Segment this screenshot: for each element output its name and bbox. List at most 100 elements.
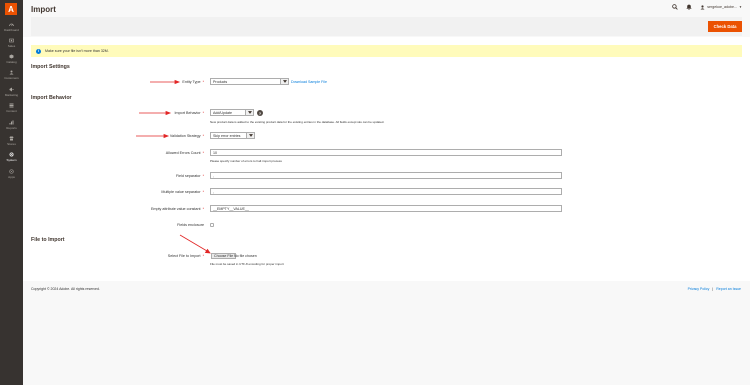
chevron-down-icon xyxy=(280,79,288,84)
required-mark: * xyxy=(202,190,204,194)
download-sample-link[interactable]: Download Sample File xyxy=(291,80,327,84)
page-actions-bar xyxy=(31,17,742,36)
nav-reports[interactable]: Reports xyxy=(0,120,23,130)
required-mark: * xyxy=(202,111,204,115)
page-title: Import xyxy=(31,5,56,14)
required-mark: * xyxy=(202,80,204,84)
header-actions: sergekoe_adobe... ▼ xyxy=(672,4,742,10)
label-text: Select File to Import xyxy=(167,254,201,258)
adobe-commerce-logo[interactable]: A xyxy=(5,3,17,15)
nav-apps[interactable]: Apps xyxy=(0,169,23,179)
info-icon: i xyxy=(36,48,41,54)
required-mark: * xyxy=(202,134,204,138)
logo-letter: A xyxy=(8,4,14,14)
people-icon xyxy=(9,70,14,75)
label-text: Import Behavior xyxy=(174,111,201,115)
help-icon[interactable]: ? xyxy=(257,110,263,116)
nav-stores[interactable]: Stores xyxy=(0,136,23,146)
select-value: Skip error entries xyxy=(213,133,241,138)
file-size-notice: i Make sure your file isn't more than 32… xyxy=(31,45,742,57)
bell-icon[interactable] xyxy=(686,4,692,10)
section-title-import-behavior: Import Behavior xyxy=(31,95,72,101)
nav-customers[interactable]: Customers xyxy=(0,70,23,80)
chevron-down-icon xyxy=(245,110,253,115)
required-mark: * xyxy=(202,207,204,211)
search-icon[interactable] xyxy=(672,4,678,10)
nav-sales[interactable]: Sales xyxy=(0,38,23,48)
allowed-errors-help: Please specify number of errors to halt … xyxy=(210,159,282,163)
nav-label: Catalog xyxy=(6,60,17,64)
entity-type-label: Entity Type * xyxy=(84,80,204,84)
gear-icon xyxy=(9,152,14,157)
entity-type-select[interactable]: Products xyxy=(210,78,289,85)
multiple-value-separator-input[interactable]: , xyxy=(210,188,562,195)
required-mark: * xyxy=(202,254,204,258)
import-behavior-label: Import Behavior * xyxy=(84,111,204,115)
nav-label: Marketing xyxy=(4,93,19,97)
footer-separator: | xyxy=(712,287,714,291)
validation-strategy-select[interactable]: Skip error entries xyxy=(210,132,255,139)
chevron-down-icon xyxy=(246,133,254,138)
label-text: Entity Type xyxy=(182,80,201,84)
label-text: Field separator xyxy=(175,174,201,178)
label-text: Validation Strategy xyxy=(169,134,201,138)
megaphone-icon xyxy=(9,87,14,92)
field-separator-label: Field separator * xyxy=(84,174,204,178)
dashboard-icon xyxy=(9,22,14,27)
footer-links: Privacy Policy | Report an Issue xyxy=(688,287,741,291)
nav-label: Stores xyxy=(7,142,16,146)
required-mark: * xyxy=(202,151,204,155)
nav-marketing[interactable]: Marketing xyxy=(0,87,23,97)
choose-file-button[interactable]: Choose File xyxy=(211,253,237,259)
validation-strategy-label: Validation Strategy * xyxy=(84,134,204,138)
allowed-errors-input[interactable]: 10 xyxy=(210,149,562,156)
empty-attribute-label: Empty attribute value constant * xyxy=(84,207,204,211)
allowed-errors-label: Allowed Errors Count * xyxy=(84,151,204,155)
empty-attribute-input[interactable]: __EMPTY__VALUE__ xyxy=(210,205,562,212)
fields-enclosure-checkbox[interactable] xyxy=(210,223,214,227)
nav-catalog[interactable]: Catalog xyxy=(0,54,23,64)
store-icon xyxy=(9,136,14,141)
label-text: Multiple value separator xyxy=(161,190,201,194)
check-data-button[interactable]: Check Data xyxy=(708,21,742,32)
nav-label: Content xyxy=(6,109,17,113)
layout-icon xyxy=(9,103,14,108)
required-mark: * xyxy=(202,174,204,178)
nav-content[interactable]: Content xyxy=(0,103,23,113)
file-encoding-help: File must be saved in UTF-8 encoding for… xyxy=(210,262,284,266)
nav-label: Apps xyxy=(8,175,15,179)
nav-label: Sales xyxy=(7,44,16,48)
nav-system[interactable]: System xyxy=(0,152,23,162)
select-value: Products xyxy=(213,79,228,84)
dollar-icon xyxy=(9,38,14,43)
notice-text: Make sure your file isn't more than 32M. xyxy=(45,49,109,53)
section-title-import-settings: Import Settings xyxy=(31,64,70,70)
bar-chart-icon xyxy=(9,120,14,125)
user-name: sergekoe_adobe... xyxy=(707,5,738,9)
main-content xyxy=(23,37,750,281)
field-separator-input[interactable]: , xyxy=(210,172,562,179)
select-value: Add/Update xyxy=(213,110,232,115)
nav-label: Dashboard xyxy=(4,28,19,32)
chevron-down-icon: ▼ xyxy=(739,5,742,9)
nav-label: Customers xyxy=(4,76,19,80)
import-behavior-select[interactable]: Add/Update xyxy=(210,109,254,116)
section-title-file-to-import: File to Import xyxy=(31,237,65,243)
cube-icon xyxy=(9,54,14,59)
privacy-policy-link[interactable]: Privacy Policy xyxy=(688,287,710,291)
fields-enclosure-label: Fields enclosure xyxy=(177,223,204,227)
user-icon xyxy=(700,4,705,10)
nav-dashboard[interactable]: Dashboard xyxy=(0,22,23,32)
multiple-value-separator-label: Multiple value separator * xyxy=(84,190,204,194)
nav-label: Reports xyxy=(6,126,17,130)
nav-label: System xyxy=(6,158,17,162)
admin-sidebar: A Dashboard Sales Catalog Customers Mark… xyxy=(0,0,23,385)
label-text: Allowed Errors Count xyxy=(165,151,201,155)
footer-copyright: Copyright © 2024 Adobe. All rights reser… xyxy=(31,287,100,291)
label-text: Empty attribute value constant xyxy=(150,207,201,211)
select-file-label: Select File to Import * xyxy=(84,254,204,258)
report-issue-link[interactable]: Report an Issue xyxy=(716,287,741,291)
import-behavior-help: New product data is added to the existin… xyxy=(210,120,385,124)
no-file-chosen-text: No file chosen xyxy=(234,254,257,258)
user-menu[interactable]: sergekoe_adobe... ▼ xyxy=(700,4,742,10)
